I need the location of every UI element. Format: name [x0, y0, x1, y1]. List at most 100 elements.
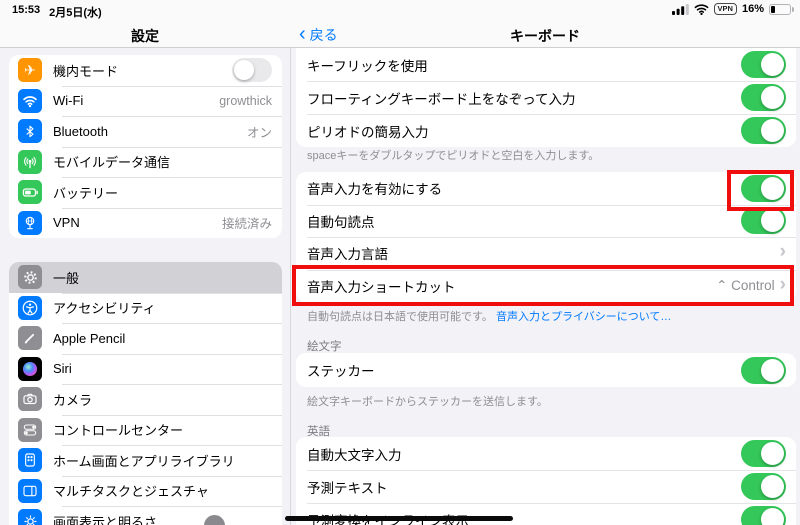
bluetooth-status: オン [246, 125, 272, 140]
row-key-flick[interactable]: キーフリックを使用 [296, 48, 796, 81]
sidebar-item-control-center[interactable]: コントロールセンター [9, 414, 282, 446]
sidebar-item-camera[interactable]: カメラ [9, 384, 282, 415]
footer-dictation-text: 自動句読点は日本語で使用可能です。 [307, 311, 493, 323]
key-flick-toggle[interactable] [741, 51, 786, 78]
sidebar-item-bluetooth[interactable]: Bluetooth オン [9, 116, 282, 147]
battery-setting-icon [18, 180, 42, 205]
status-date: 2月5日(水) [49, 7, 102, 19]
sidebar-item-label: VPN [53, 215, 80, 231]
airplane-mode-toggle[interactable] [232, 58, 272, 83]
section-header-emoji: 絵文字 [307, 341, 342, 353]
row-floating-keyboard-trace[interactable]: フローティングキーボード上をなぞって入力 [296, 81, 796, 114]
page-title: キーボード [510, 28, 580, 44]
status-time-date: 15:53 2月5日(水) [12, 4, 102, 20]
cellular-icon [18, 149, 42, 174]
row-label: 自動大文字入力 [307, 447, 402, 463]
sidebar-item-accessibility[interactable]: アクセシビリティ [9, 292, 282, 324]
period-shortcut-toggle[interactable] [741, 117, 786, 144]
sidebar-item-label: ホーム画面とアプリライブラリ [53, 453, 235, 469]
ipad-settings-screen: 15:53 2月5日(水) VPN 16% 設定 ‹ 戻る キーボード ✈ 機内… [0, 0, 800, 525]
sidebar-item-battery[interactable]: バッテリー [9, 177, 282, 208]
sidebar-item-multitasking[interactable]: マルチタスクとジェスチャ [9, 475, 282, 507]
sidebar-item-vpn[interactable]: VPN 接続済み [9, 207, 282, 239]
group-key-input: キーフリックを使用 フローティングキーボード上をなぞって入力 ピリオドの簡易入力 [296, 48, 796, 147]
row-enable-dictation[interactable]: 音声入力を有効にする [296, 172, 796, 205]
predictive-text-toggle[interactable] [741, 473, 786, 500]
sidebar-item-label: マルチタスクとジェスチャ [53, 484, 209, 500]
sidebar-item-cellular[interactable]: モバイルデータ通信 [9, 146, 282, 178]
annotation-box-dictation-shortcut-row [292, 265, 794, 306]
footer-dictation: 自動句読点は日本語で使用可能です。 音声入力とプライバシーについて… [307, 310, 785, 324]
row-label: フローティングキーボード上をなぞって入力 [307, 91, 576, 107]
gear-icon [18, 265, 42, 290]
sidebar-item-display-brightness[interactable]: 画面表示と明るさ [9, 506, 282, 525]
vpn-badge: VPN [713, 3, 737, 15]
status-time: 15:53 [12, 4, 41, 16]
sidebar-item-apple-pencil[interactable]: Apple Pencil [9, 323, 282, 354]
row-period-shortcut[interactable]: ピリオドの簡易入力 [296, 114, 796, 147]
row-label: 自動句読点 [307, 214, 375, 230]
row-auto-capitalization[interactable]: 自動大文字入力 [296, 437, 796, 470]
row-stickers[interactable]: ステッカー [296, 353, 796, 387]
vpn-globe-icon [18, 210, 42, 235]
pane-divider [290, 48, 291, 525]
cellular-signal-icon [671, 3, 689, 15]
dictation-privacy-link[interactable]: 音声入力とプライバシーについて… [496, 311, 671, 323]
sidebar-item-label: Wi-Fi [53, 93, 84, 109]
accessibility-icon [18, 295, 42, 320]
sidebar-item-wifi[interactable]: Wi-Fi growthick [9, 85, 282, 117]
pencil-icon [18, 326, 42, 351]
auto-punctuation-toggle[interactable] [741, 207, 786, 235]
sidebar-group-connectivity: ✈ 機内モード Wi-Fi growthick Bluetooth オン モバイ… [9, 55, 282, 238]
siri-icon [18, 356, 42, 381]
wifi-status-icon [694, 3, 708, 15]
battery-icon [769, 3, 794, 15]
sidebar-item-label: バッテリー [53, 185, 119, 201]
sidebar-item-label: カメラ [53, 392, 93, 408]
sidebar-item-label: Siri [53, 361, 72, 377]
sidebar-item-label: コントロールセンター [53, 423, 184, 439]
battery-percent: 16% [741, 3, 764, 15]
row-label: キーフリックを使用 [307, 58, 428, 74]
row-label: ステッカー [307, 364, 375, 379]
sidebar-item-home-screen[interactable]: ホーム画面とアプリライブラリ [9, 445, 282, 476]
row-auto-punctuation[interactable]: 自動句読点 [296, 204, 796, 238]
multitask-icon [18, 478, 42, 503]
sidebar-item-label: 機内モード [53, 63, 119, 79]
sidebar-item-label: Bluetooth [53, 123, 108, 139]
sidebar: ✈ 機内モード Wi-Fi growthick Bluetooth オン モバイ… [0, 48, 290, 525]
status-icons: VPN 16% [671, 3, 794, 15]
auto-capitalization-toggle[interactable] [741, 440, 786, 467]
control-center-icon [18, 417, 42, 442]
sidebar-item-airplane-mode[interactable]: ✈ 機内モード [9, 55, 282, 86]
inline-predictions-toggle[interactable] [741, 506, 786, 525]
sidebar-group-general: 一般 アクセシビリティ Apple Pencil Siri カメラ コントロール… [9, 262, 282, 525]
home-indicator[interactable] [285, 516, 513, 521]
home-screen-icon [18, 448, 42, 473]
row-label: 音声入力を有効にする [307, 182, 443, 198]
camera-icon [18, 387, 42, 412]
bluetooth-icon [18, 119, 42, 144]
floating-trace-toggle[interactable] [741, 84, 786, 111]
sidebar-item-label: モバイルデータ通信 [53, 155, 171, 171]
stickers-toggle[interactable] [741, 356, 786, 384]
chevron-right-icon: › [779, 241, 786, 263]
sidebar-item-general[interactable]: 一般 [9, 262, 282, 293]
sidebar-item-label: 画面表示と明るさ [53, 514, 158, 525]
wifi-icon [18, 88, 42, 113]
group-english: 自動大文字入力 予測テキスト 予測変換をインライン表示 [296, 437, 796, 525]
sidebar-item-siri[interactable]: Siri [9, 353, 282, 385]
sidebar-title: 設定 [131, 28, 159, 44]
sidebar-item-label: 一般 [53, 270, 80, 286]
vpn-status: 接続済み [221, 217, 272, 232]
display-brightness-icon [18, 509, 42, 525]
group-emoji: ステッカー [296, 353, 796, 387]
row-predictive-text[interactable]: 予測テキスト [296, 470, 796, 503]
footer-stickers: 絵文字キーボードからステッカーを送信します。 [307, 396, 548, 408]
airplane-icon: ✈ [18, 58, 42, 83]
sidebar-item-label: Apple Pencil [53, 330, 126, 346]
row-inline-predictions[interactable]: 予測変換をインライン表示 [296, 503, 796, 525]
row-label: 予測テキスト [307, 480, 388, 496]
top-bar: 15:53 2月5日(水) VPN 16% 設定 ‹ 戻る キーボード [0, 0, 800, 48]
annotation-box-dictation-toggle [727, 170, 794, 211]
